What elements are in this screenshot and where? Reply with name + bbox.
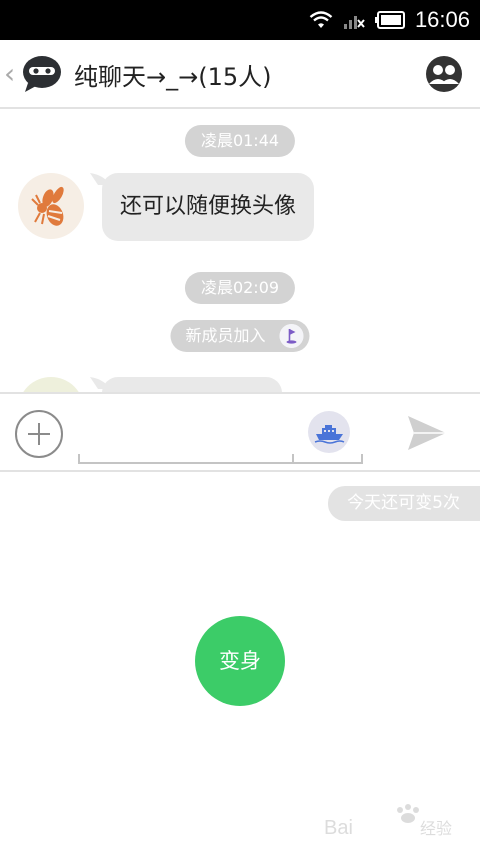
sender-avatar[interactable] (18, 173, 84, 239)
input-underline-tick (78, 454, 80, 464)
svg-text:Bai: Bai (324, 817, 353, 839)
wifi-icon (309, 11, 333, 28)
message-bubble[interactable] (102, 377, 282, 392)
boat-icon (314, 425, 345, 444)
battery-icon (374, 11, 405, 29)
status-bar: 16:06 (0, 0, 480, 40)
group-members-icon[interactable] (425, 55, 463, 93)
time-divider: 凌晨02:09 (184, 272, 296, 304)
chevron-left-icon[interactable]: ‹ (4, 58, 18, 90)
chat-title: 纯聊天→_→(15人) (74, 63, 272, 91)
svg-text:经验: 经验 (420, 819, 452, 838)
message-input[interactable] (80, 408, 292, 460)
watermark-logo: Bai 经验 (324, 804, 452, 839)
input-underline-tick (292, 454, 294, 464)
status-time: 16:06 (414, 7, 470, 32)
cell-signal-icon (343, 16, 365, 29)
message-list[interactable]: 凌晨01:44 还可以随便换头像 凌晨02:09 新成员加入 (0, 111, 480, 392)
input-underline (78, 462, 363, 464)
flag-icon (279, 324, 304, 348)
send-icon[interactable] (404, 412, 450, 454)
system-notice: 新成员加入 (170, 320, 310, 352)
transform-button[interactable]: 变身 (195, 616, 285, 706)
wasp-avatar-icon (31, 186, 64, 226)
input-underline-tick (361, 454, 363, 464)
ninja-avatar-icon (23, 56, 61, 92)
plus-circle-icon[interactable] (15, 410, 63, 458)
remaining-transforms-badge: 今天还可变5次 (328, 486, 480, 521)
status-bar-right: 16:06 (309, 0, 470, 40)
boat-button[interactable] (308, 411, 350, 453)
time-divider: 凌晨01:44 (184, 125, 296, 157)
message-bubble[interactable]: 还可以随便换头像 (102, 173, 315, 241)
chat-header: ‹ 纯聊天→_→(15人) (0, 40, 480, 109)
system-notice-text: 新成员加入 (185, 326, 266, 345)
input-bar (0, 392, 480, 472)
sender-avatar[interactable] (18, 377, 84, 392)
